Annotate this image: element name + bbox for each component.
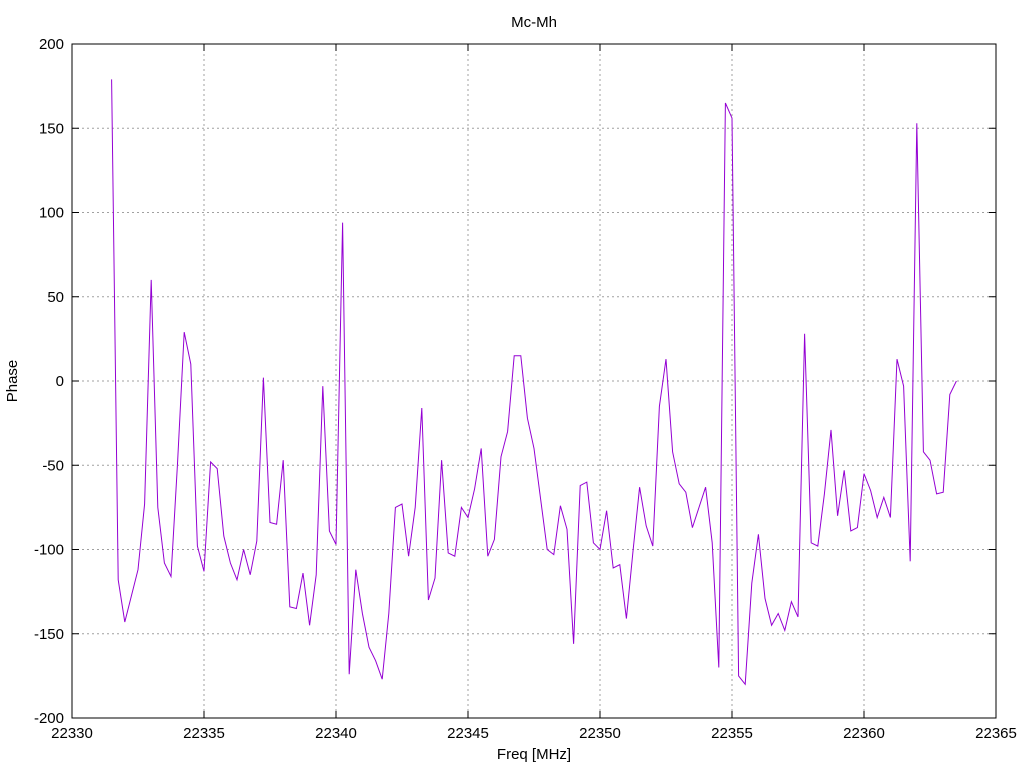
y-tick-label: 150 — [39, 120, 64, 137]
y-tick-label: -200 — [34, 710, 64, 727]
x-tick-label: 22365 — [975, 725, 1017, 742]
x-tick-label: 22350 — [579, 725, 621, 742]
x-tick-label: 22360 — [843, 725, 885, 742]
y-tick-label: 200 — [39, 36, 64, 53]
y-tick-labels: -200 -150 -100 -50 0 50 100 150 200 — [34, 36, 64, 727]
grid-lines — [72, 44, 996, 718]
chart-title: Mc-Mh — [511, 14, 557, 31]
x-tick-labels: 22330 22335 22340 22345 22350 22355 22360 22365 — [51, 725, 1017, 742]
series-group — [111, 79, 957, 686]
y-tick-label: -100 — [34, 542, 64, 559]
y-axis-title: Phase — [4, 360, 21, 403]
phase-line-chart: Mc-Mh 22330 22335 22340 22345 22350 22355 2236… — [4, 14, 1017, 763]
x-tick-label: 22345 — [447, 725, 489, 742]
y-tick-label: 50 — [47, 289, 64, 306]
x-tick-label: 22330 — [51, 725, 93, 742]
x-tick-label: 22355 — [711, 725, 753, 742]
x-tick-label: 22340 — [315, 725, 357, 742]
phase-series-line — [111, 79, 957, 686]
x-tick-label: 22335 — [183, 725, 225, 742]
y-tick-label: 0 — [56, 373, 64, 390]
y-tick-label: -50 — [42, 457, 64, 474]
y-tick-label: 100 — [39, 205, 64, 222]
y-tick-label: -150 — [34, 626, 64, 643]
x-axis-title: Freq [MHz] — [497, 746, 571, 763]
